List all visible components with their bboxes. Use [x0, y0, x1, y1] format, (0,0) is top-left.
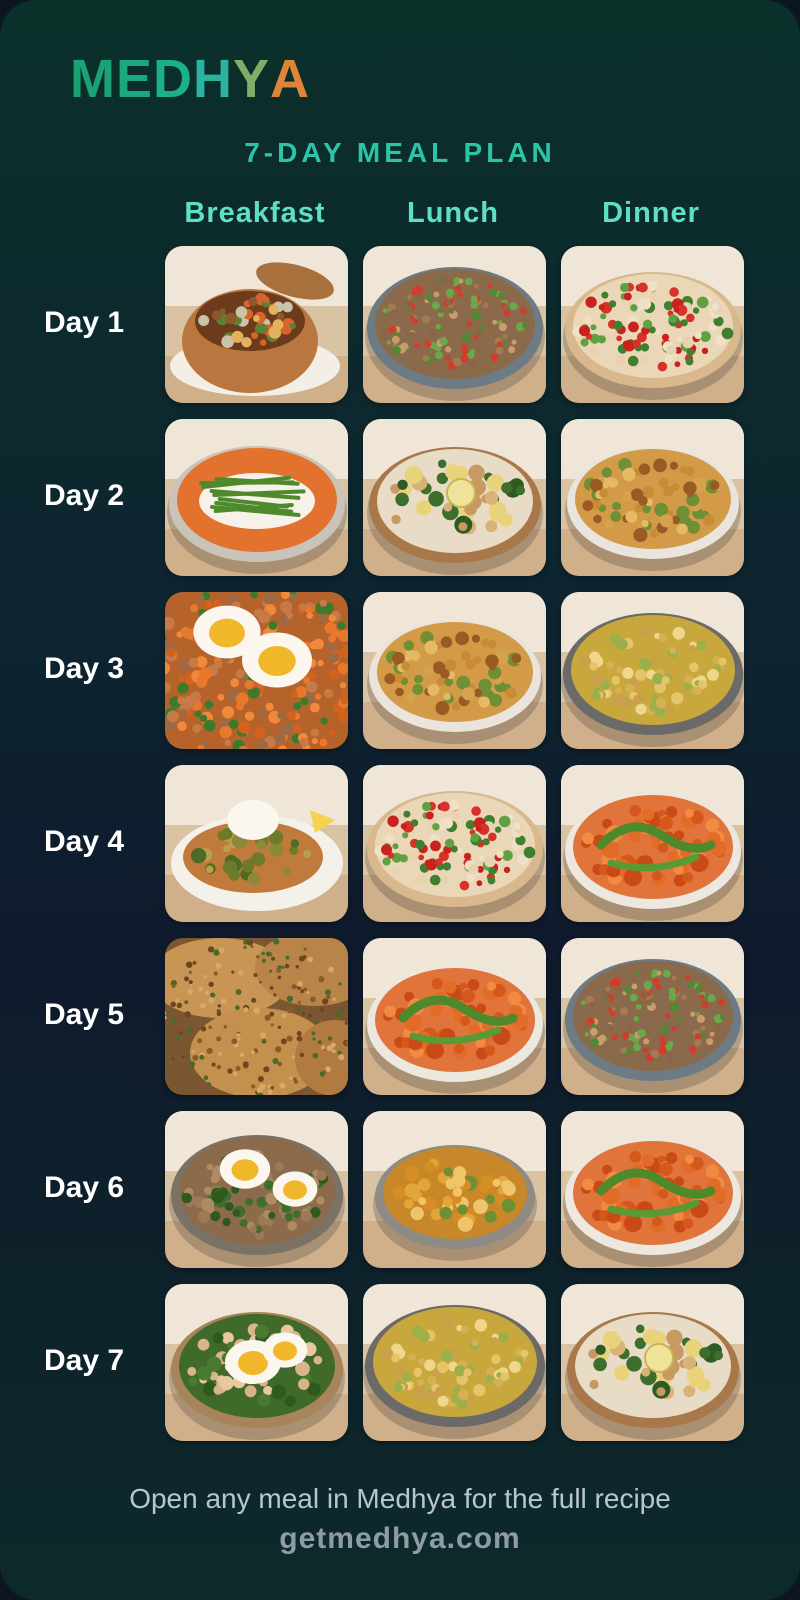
column-heading-lunch: Lunch	[407, 197, 499, 229]
logo-letter: D	[153, 49, 194, 109]
chickpea-stew-bowl-image	[363, 1111, 546, 1268]
meal-tile-breakfast[interactable]	[165, 246, 348, 403]
meal-tile-breakfast[interactable]	[165, 1284, 348, 1441]
meal-tile-breakfast[interactable]	[165, 938, 348, 1095]
egg-greens-grain-bowl-image	[165, 1111, 348, 1268]
chicken-lemon-rice-image	[561, 1284, 744, 1441]
pesto-sweet-potato-image	[561, 1111, 744, 1268]
logo-letter: E	[115, 49, 154, 109]
egg-greens-chicken-bowl-image	[165, 1284, 348, 1441]
meal-tile-lunch[interactable]	[363, 592, 546, 749]
meal-tile-lunch[interactable]	[363, 246, 546, 403]
meal-tile-dinner[interactable]	[561, 246, 744, 403]
asparagus-yogurt-bowl-image	[165, 419, 348, 576]
meal-tile-dinner[interactable]	[561, 592, 744, 749]
column-heading-breakfast: Breakfast	[184, 197, 326, 229]
egg-sweet-potato-hash-image	[165, 592, 348, 749]
meal-tile-lunch[interactable]	[363, 419, 546, 576]
logo-letter: M	[70, 49, 116, 109]
plan-title: 7-DAY MEAL PLAN	[244, 137, 556, 168]
column-heading-dinner: Dinner	[602, 197, 700, 229]
day-label: Day 5	[44, 998, 125, 1031]
chickpea-curry-image	[561, 592, 744, 749]
white-bean-tomato-salad-image	[561, 246, 744, 403]
meal-tile-dinner[interactable]	[561, 1111, 744, 1268]
meal-tile-lunch[interactable]	[363, 1284, 546, 1441]
meal-plan-card: MEDHYA 7-DAY MEAL PLAN Breakfast Lunch D…	[0, 0, 800, 1600]
meal-tile-breakfast[interactable]	[165, 419, 348, 576]
meal-tile-dinner[interactable]	[561, 419, 744, 576]
meal-tile-dinner[interactable]	[561, 938, 744, 1095]
meal-tile-lunch[interactable]	[363, 938, 546, 1095]
brand-logo: MEDHYA	[70, 48, 310, 110]
footer-text: Open any meal in Medhya for the full rec…	[129, 1483, 671, 1514]
day-label: Day 7	[44, 1344, 125, 1377]
day-label: Day 6	[44, 1171, 125, 1204]
day-label: Day 1	[44, 306, 125, 339]
roasted-chickpea-potato-image	[561, 419, 744, 576]
day-label: Day 3	[44, 652, 125, 685]
meal-tile-lunch[interactable]	[363, 1111, 546, 1268]
bread-bowl-stew-image	[165, 246, 348, 403]
quinoa-veggie-bowl-image	[561, 938, 744, 1095]
logo-letter: A	[270, 49, 311, 109]
logo-letter: H	[193, 49, 234, 109]
meal-tile-breakfast[interactable]	[165, 765, 348, 922]
roasted-chickpea-potato-image	[363, 592, 546, 749]
pesto-sweet-potato-image	[561, 765, 744, 922]
chicken-lemon-rice-image	[363, 419, 546, 576]
meal-tile-breakfast[interactable]	[165, 1111, 348, 1268]
day-label: Day 4	[44, 825, 125, 858]
savory-flatbread-image	[165, 938, 348, 1095]
meal-tile-dinner[interactable]	[561, 1284, 744, 1441]
poached-egg-toast-image	[165, 765, 348, 922]
day-label: Day 2	[44, 479, 125, 512]
meal-tile-dinner[interactable]	[561, 765, 744, 922]
chickpea-curry-image	[363, 1284, 546, 1441]
website-link[interactable]: getmedhya.com	[0, 1522, 800, 1556]
pesto-sweet-potato-image	[363, 938, 546, 1095]
meal-tile-breakfast[interactable]	[165, 592, 348, 749]
white-bean-tomato-salad-image	[363, 765, 546, 922]
logo-letter: Y	[233, 49, 271, 109]
meal-tile-lunch[interactable]	[363, 765, 546, 922]
quinoa-veggie-bowl-image	[363, 246, 546, 403]
